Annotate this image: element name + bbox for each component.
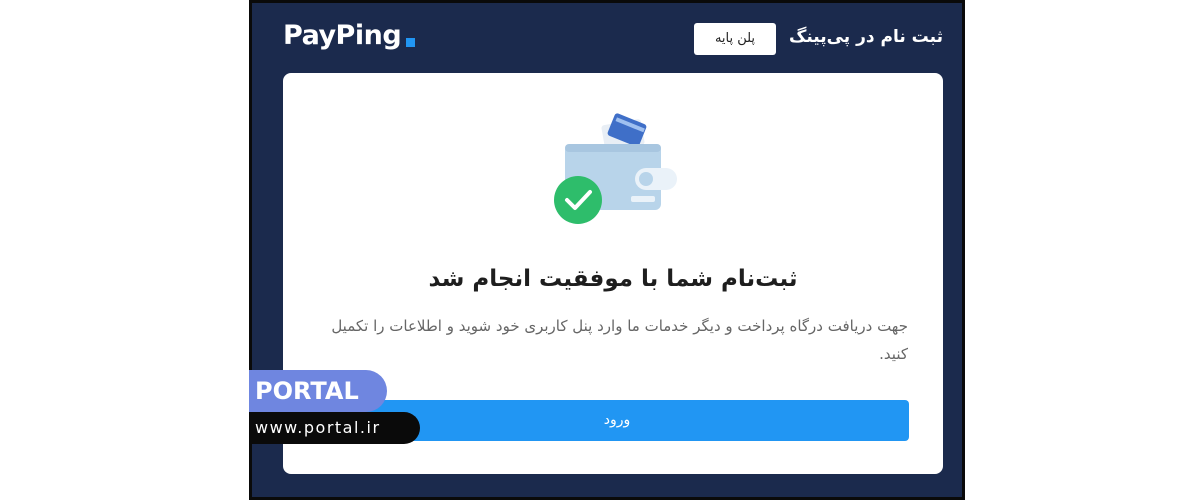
logo-dot (406, 38, 415, 47)
check-circle-icon (554, 176, 602, 224)
wallet-success-icon (554, 113, 677, 224)
page-title: ثبت نام در پی‌پینگ (788, 27, 943, 47)
plan-badge: پلن پایه (694, 23, 776, 55)
success-heading: ثبت‌نام شما با موفقیت انجام شد (428, 266, 798, 292)
watermark-brand: PORTAL (249, 370, 387, 412)
success-description: جهت دریافت درگاه پرداخت و دیگر خدمات ما … (331, 317, 908, 363)
payping-logo[interactable]: PayPing (283, 18, 402, 54)
watermark-url: www.portal.ir (249, 412, 420, 444)
